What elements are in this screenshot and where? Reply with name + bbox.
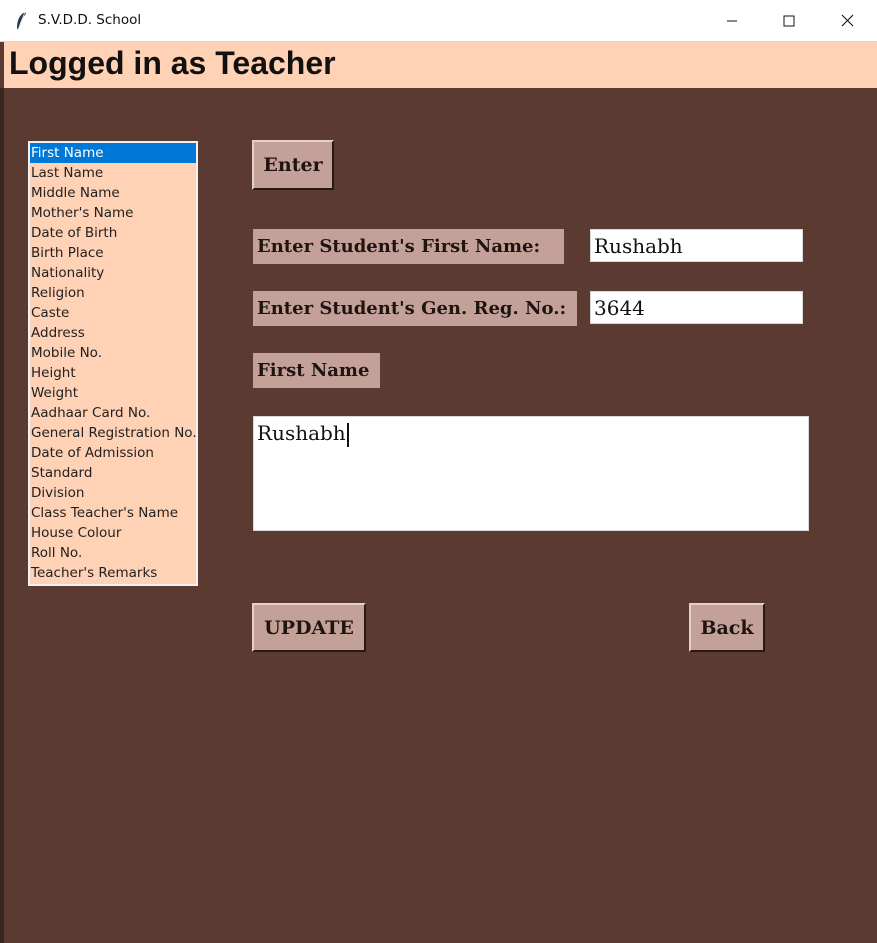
list-item[interactable]: Nationality (30, 263, 196, 283)
list-item[interactable]: Address (30, 323, 196, 343)
list-item[interactable]: Middle Name (30, 183, 196, 203)
maximize-icon (783, 15, 795, 27)
list-item[interactable]: Religion (30, 283, 196, 303)
list-item[interactable]: Standard (30, 463, 196, 483)
list-item[interactable]: Weight (30, 383, 196, 403)
list-item[interactable]: Division (30, 483, 196, 503)
close-button[interactable] (818, 0, 876, 41)
list-item[interactable]: Mobile No. (30, 343, 196, 363)
list-item[interactable]: Caste (30, 303, 196, 323)
list-item[interactable]: Class Teacher's Name (30, 503, 196, 523)
header-bar: Logged in as Teacher (4, 42, 877, 88)
update-button[interactable]: UPDATE (252, 603, 366, 652)
feather-icon (14, 11, 28, 31)
fields-listbox[interactable]: First Name Last Name Middle Name Mother's N… (28, 141, 198, 586)
list-item[interactable]: Birth Place (30, 243, 196, 263)
minimize-button[interactable] (703, 0, 761, 41)
gen-reg-label: Enter Student's Gen. Reg. No.: (253, 291, 577, 326)
list-item[interactable]: House Colour (30, 523, 196, 543)
back-button[interactable]: Back (689, 603, 765, 652)
field-value-text: Rushabh (257, 421, 346, 445)
enter-button[interactable]: Enter (252, 140, 334, 190)
list-item[interactable]: Date of Birth (30, 223, 196, 243)
gen-reg-input[interactable] (590, 291, 803, 324)
list-item[interactable]: Aadhaar Card No. (30, 403, 196, 423)
list-item[interactable]: Teacher's Remarks (30, 563, 196, 583)
list-item[interactable]: Last Name (30, 163, 196, 183)
first-name-input[interactable] (590, 229, 803, 262)
list-item[interactable]: Height (30, 363, 196, 383)
list-item[interactable]: First Name (30, 143, 196, 163)
window-edge (0, 88, 4, 943)
list-item[interactable]: Mother's Name (30, 203, 196, 223)
window-titlebar: S.V.D.D. School (0, 0, 877, 42)
list-item[interactable]: Date of Admission (30, 443, 196, 463)
list-item[interactable]: Roll No. (30, 543, 196, 563)
list-item[interactable]: General Registration No. (30, 423, 196, 443)
text-cursor (346, 422, 349, 447)
selected-field-label: First Name (253, 353, 380, 388)
window-title: S.V.D.D. School (38, 12, 142, 28)
maximize-button[interactable] (760, 0, 818, 41)
field-value-textarea[interactable]: Rushabh (253, 416, 809, 531)
minimize-icon (726, 15, 738, 27)
close-icon (841, 14, 854, 27)
page-title: Logged in as Teacher (9, 45, 336, 81)
first-name-label: Enter Student's First Name: (253, 229, 564, 264)
